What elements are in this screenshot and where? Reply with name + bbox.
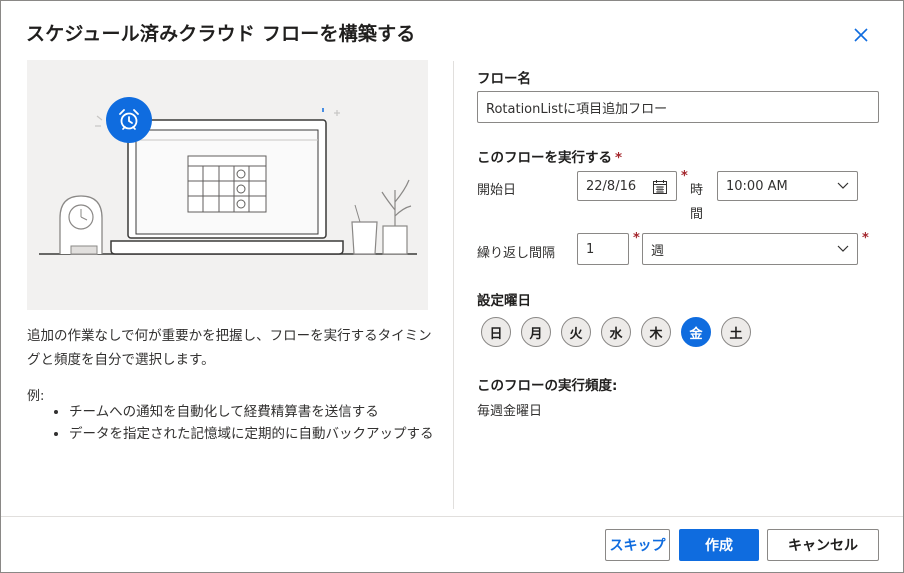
create-flow-dialog: スケジュール済みクラウド フローを構築する 追加の作業なしで何が重要かを把握し、… xyxy=(0,0,904,573)
flow-name-input[interactable]: RotationListに項目追加フロー xyxy=(477,91,879,123)
footer-divider xyxy=(1,516,903,517)
laptop-illustration xyxy=(39,97,417,255)
dialog-title: スケジュール済みクラウド フローを構築する xyxy=(26,23,416,45)
column-divider xyxy=(453,61,454,509)
start-date-value: 22/8/16 xyxy=(586,178,637,194)
description-text: 追加の作業なしで何が重要かを把握し、フローを実行するタイミングと頻度を自分で選択… xyxy=(27,328,432,368)
repeat-count-value: 1 xyxy=(586,241,595,257)
run-section-label: このフローを実行する * xyxy=(477,146,622,166)
weekday-monday[interactable]: 月 xyxy=(521,317,551,347)
time-label-line1: 時 xyxy=(690,183,704,198)
required-mark: * xyxy=(615,150,623,166)
weekday-tuesday[interactable]: 火 xyxy=(561,317,591,347)
alarm-clock-icon xyxy=(119,109,139,130)
frequency-value: 毎週金曜日 xyxy=(477,404,543,419)
example-item: チームへの通知を自動化して経費精算書を送信する xyxy=(69,401,479,423)
weekday-friday[interactable]: 金 xyxy=(681,317,711,347)
chevron-down-icon xyxy=(837,245,849,252)
calendar-icon[interactable] xyxy=(652,179,668,195)
repeat-unit-value: 週 xyxy=(651,243,665,259)
time-value: 10:00 AM xyxy=(726,178,788,194)
example-item: データを指定された記憶域に定期的に自動バックアップする xyxy=(69,423,479,445)
run-section-text: このフローを実行する xyxy=(477,150,612,166)
repeat-interval-label: 繰り返し間隔 xyxy=(477,246,556,261)
required-mark: * xyxy=(633,231,640,246)
close-button[interactable] xyxy=(847,21,875,49)
time-select[interactable]: 10:00 AM xyxy=(717,171,858,201)
repeat-count-input[interactable]: 1 xyxy=(577,233,629,265)
flow-name-label: フロー名 xyxy=(477,71,531,87)
repeat-unit-select[interactable]: 週 xyxy=(642,233,858,265)
frequency-label: このフローの実行頻度: xyxy=(477,378,618,394)
close-icon[interactable] xyxy=(854,28,868,42)
weekday-label: 設定曜日 xyxy=(477,293,531,309)
cancel-button[interactable]: キャンセル xyxy=(767,529,879,561)
weekday-thursday[interactable]: 木 xyxy=(641,317,671,347)
time-label-line2: 間 xyxy=(690,207,704,222)
flow-name-value: RotationListに項目追加フロー xyxy=(486,101,668,117)
required-mark: * xyxy=(681,169,688,184)
start-date-input[interactable]: 22/8/16 xyxy=(577,171,677,201)
create-button[interactable]: 作成 xyxy=(679,529,759,561)
weekday-sunday[interactable]: 日 xyxy=(481,317,511,347)
illustration xyxy=(27,60,428,310)
skip-button[interactable]: スキップ xyxy=(605,529,670,561)
weekday-saturday[interactable]: 土 xyxy=(721,317,751,347)
required-mark: * xyxy=(862,231,869,246)
start-date-label: 開始日 xyxy=(477,183,517,198)
weekday-wednesday[interactable]: 水 xyxy=(601,317,631,347)
examples-list: チームへの通知を自動化して経費精算書を送信する データを指定された記憶域に定期的… xyxy=(27,401,479,445)
chevron-down-icon xyxy=(837,182,849,189)
